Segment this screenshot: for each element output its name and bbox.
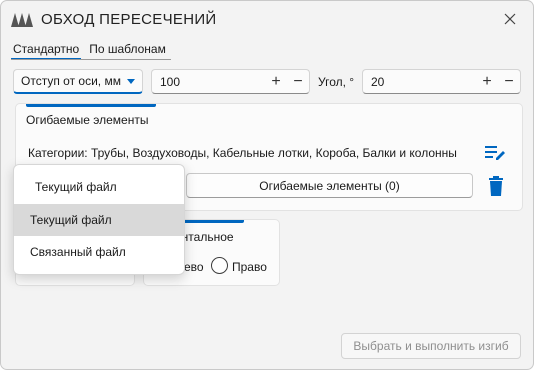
dropdown-item-current-file[interactable]: Текущий файл [14,204,184,236]
mode-tabs: Стандартно По шаблонам [11,41,168,61]
offset-plus-button[interactable]: + [268,74,284,90]
logo-icon [11,13,33,27]
file-source-dropdown: Текущий файл Текущий файл Связанный файл [13,164,185,275]
angle-plus-button[interactable]: + [479,74,495,90]
angle-value-field[interactable]: 20 + − [362,69,521,94]
offset-minus-button[interactable]: − [290,74,306,90]
radio-right[interactable] [211,257,228,274]
radio-right-label: Право [232,260,267,274]
edit-list-icon[interactable] [484,143,506,161]
title-bar: ОБХОД ПЕРЕСЕЧЕНИЙ [1,1,533,37]
angle-minus-button[interactable]: − [501,74,517,90]
tab-standard[interactable]: Стандартно [11,41,82,60]
elements-heading: Огибаемые элементы [26,113,149,127]
offset-value: 100 [160,74,181,89]
run-bend-button[interactable]: Выбрать и выполнить изгиб [341,333,521,359]
tabs-divider [11,59,171,60]
categories-text: Категории: Трубы, Воздуховоды, Кабельные… [28,146,457,160]
tab-templates[interactable]: По шаблонам [87,41,168,60]
card-accent-bar [26,104,156,107]
dropdown-item-linked-file[interactable]: Связанный файл [14,236,184,268]
trash-icon[interactable] [488,176,504,196]
offset-mode-select[interactable]: Отступ от оси, мм [13,69,143,94]
offset-mode-label: Отступ от оси, мм [21,74,121,88]
angle-value: 20 [371,74,385,89]
offset-value-field[interactable]: 100 + − [151,69,310,94]
dialog-window: ОБХОД ПЕРЕСЕЧЕНИЙ Стандартно По шаблонам… [0,0,534,370]
radio-left-label: ево [184,260,204,274]
close-icon [504,13,516,25]
close-button[interactable] [497,7,523,31]
chevron-down-icon [127,79,135,84]
elements-button[interactable]: Огибаемые элементы (0) [186,173,473,198]
window-title: ОБХОД ПЕРЕСЕЧЕНИЙ [41,11,217,28]
dropdown-item-current-file-header[interactable]: Текущий файл [14,171,184,203]
angle-label: Угол, ° [318,75,355,89]
